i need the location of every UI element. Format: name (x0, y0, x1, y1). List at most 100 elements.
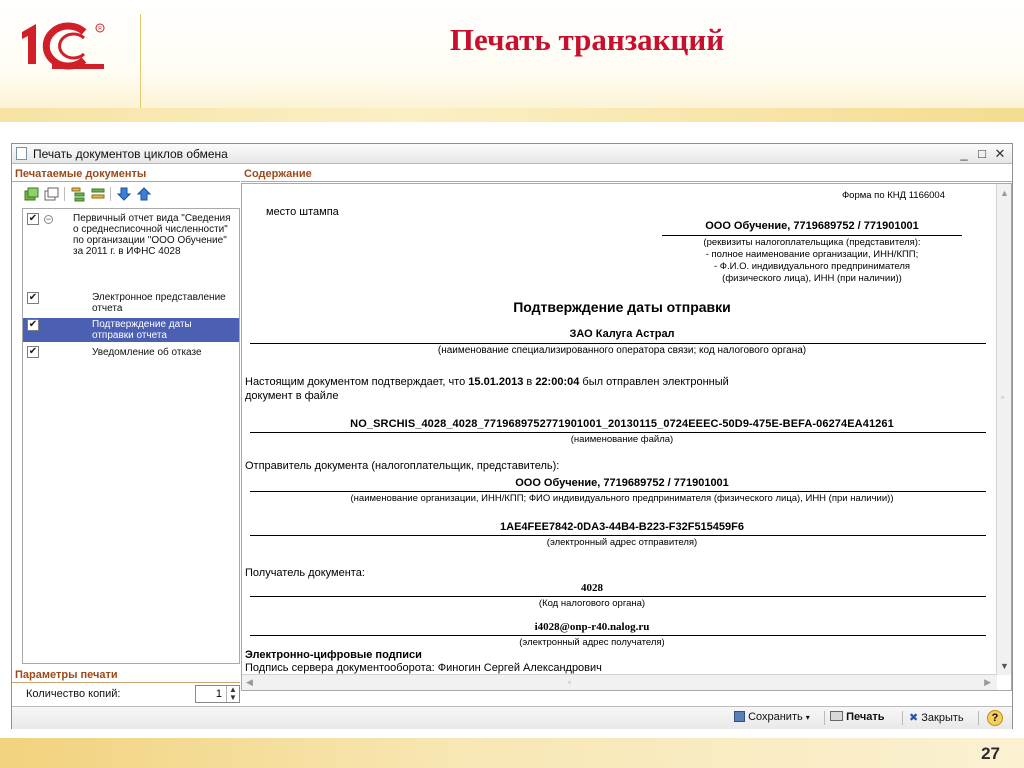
tree-item-send-confirmation[interactable]: ✔ Подтверждение даты отправки отчета (23, 318, 239, 342)
checkbox-icon[interactable]: ✔ (27, 346, 39, 358)
content-header: Содержание (241, 166, 1012, 182)
check-all-icon[interactable] (24, 186, 40, 202)
print-label: Печать (846, 711, 885, 723)
minimize-button[interactable]: _ (956, 145, 972, 162)
tree-item-primary-report[interactable]: ✔ − Первичный отчет вида "Сведения о сре… (23, 212, 239, 288)
tree-toolbar (12, 183, 240, 205)
header-band (0, 108, 1024, 122)
collapse-node-icon[interactable]: − (44, 215, 53, 224)
sender-address: 1AE4FEE7842-0DA3-44B4-B223-F32F515459F6 (500, 521, 744, 533)
tree-item-electronic-view[interactable]: ✔ Электронное представление отчета (23, 291, 239, 315)
operator: ЗАО Калуга Астрал (569, 328, 675, 340)
horizontal-scrollbar[interactable]: ◀ ▫ ▶ (242, 674, 997, 690)
confirm-line-1: Настоящим документом подтверждает, что 1… (245, 376, 729, 388)
copies-stepper-icon[interactable]: ▲ ▼ (226, 686, 239, 702)
confirm-in: в (526, 376, 533, 388)
recipient-address-rule (250, 635, 986, 636)
checkbox-icon[interactable]: ✔ (27, 292, 39, 304)
window-title: Печать документов циклов обмена (33, 147, 228, 161)
stamp-place: место штампа (266, 206, 339, 218)
tree-item-label: Уведомление об отказе (92, 347, 202, 358)
confirm-text-1: Настоящим документом подтверждает, что (245, 376, 466, 388)
document-icon (16, 147, 27, 160)
scroll-right-icon[interactable]: ▶ (984, 677, 991, 688)
close-icon: ✖ (909, 712, 919, 724)
collapse-icon[interactable] (90, 186, 106, 202)
tree-item-label: Первичный отчет вида "Сведения о среднес… (73, 213, 231, 257)
printed-documents-header: Печатаемые документы (12, 166, 240, 182)
sender-rule (250, 491, 986, 492)
document-content: Форма по КНД 1166004 место штампа ООО Об… (242, 184, 997, 675)
scroll-up-icon[interactable]: ▲ (1000, 188, 1009, 198)
statusbar-divider (978, 711, 979, 725)
sender-address-hint: (электронный адрес отправителя) (546, 537, 698, 548)
recipient-code-hint: (Код налогового органа) (538, 598, 646, 609)
taxpayer-hint-3: - Ф.И.О. индивидуального предпринимателя (713, 261, 911, 272)
left-panel: Печатаемые документы ✔ − Первичный отчет… (12, 165, 240, 706)
move-up-icon[interactable] (136, 186, 152, 202)
right-panel: Содержание Форма по КНД 1166004 место шт… (241, 165, 1012, 706)
close-window-button[interactable]: ✖ Закрыть (909, 711, 964, 724)
operator-rule (250, 343, 986, 344)
dropdown-icon: ▾ (805, 713, 810, 722)
printer-icon (830, 711, 843, 721)
taxpayer-hint-4: (физического лица), ИНН (при наличии)) (722, 273, 902, 284)
statusbar-divider (902, 711, 903, 725)
operator-hint: (наименование специализированного операт… (437, 345, 807, 356)
document-preview[interactable]: Форма по КНД 1166004 место штампа ООО Об… (241, 183, 1012, 691)
sender: ООО Обучение, 7719689752 / 771901001 (515, 477, 729, 489)
close-label: Закрыть (921, 712, 964, 724)
taxpayer-hint-1: (реквизиты налогоплательщика (представит… (703, 237, 921, 248)
maximize-button[interactable]: □ (974, 145, 990, 162)
close-button[interactable]: ✕ (992, 145, 1008, 162)
form-code: Форма по КНД 1166004 (841, 190, 945, 201)
taxpayer-hint-2: - полное наименование организации, ИНН/К… (705, 249, 919, 260)
slide-header: R Печать транзакций (0, 0, 1024, 122)
expand-icon[interactable] (70, 186, 86, 202)
recipient-address-hint: (электронный адрес получателя) (519, 637, 665, 648)
vertical-scrollbar[interactable]: ▲ ▫ ▼ (996, 184, 1011, 675)
toolbar-divider (110, 187, 111, 201)
tree-item-rejection-notice[interactable]: ✔ Уведомление об отказе (23, 345, 239, 359)
save-label: Сохранить (748, 711, 803, 723)
recipient-address: i4028@onp-r40.nalog.ru (534, 621, 650, 633)
help-button[interactable]: ? (987, 710, 1003, 726)
window-titlebar[interactable]: Печать документов циклов обмена _ □ ✕ (12, 144, 1012, 164)
document-heading: Подтверждение даты отправки (513, 299, 731, 315)
hscroll-thumb-icon[interactable]: ▫ (568, 677, 571, 687)
documents-tree[interactable]: ✔ − Первичный отчет вида "Сведения о сре… (22, 208, 240, 664)
save-button[interactable]: Сохранить ▾ (734, 711, 810, 723)
scroll-thumb-icon[interactable]: ▫ (1001, 392, 1004, 402)
file-rule (250, 432, 986, 433)
file-hint: (наименование файла) (570, 434, 674, 445)
print-button[interactable]: Печать (830, 711, 884, 723)
uncheck-all-icon[interactable] (44, 186, 60, 202)
move-down-icon[interactable] (116, 186, 132, 202)
scroll-left-icon[interactable]: ◀ (246, 677, 253, 688)
print-window: Печать документов циклов обмена _ □ ✕ Пе… (11, 143, 1013, 729)
checkbox-icon[interactable]: ✔ (27, 213, 39, 225)
scroll-down-icon[interactable]: ▼ (1000, 661, 1009, 671)
sender-address-rule (250, 535, 986, 536)
print-params-header: Параметры печати (12, 667, 240, 683)
slide-footer: 27 (0, 738, 1024, 768)
taxpayer-rule (662, 235, 962, 236)
confirm-time: 22:00:04 (535, 376, 580, 388)
confirm-text-3: документ в файле (245, 390, 339, 402)
confirm-text-2: был отправлен электронный (582, 376, 729, 388)
signature-line: Подпись сервера документооборота: Финоги… (245, 662, 602, 674)
floppy-icon (734, 711, 745, 722)
statusbar-divider (824, 711, 825, 725)
tree-item-label: Подтверждение даты отправки отчета (92, 319, 192, 341)
copies-input[interactable]: 1 ▲ ▼ (195, 685, 240, 703)
recipient-code: 4028 (581, 582, 603, 594)
copies-label: Количество копий: (26, 688, 121, 700)
sender-label: Отправитель документа (налогоплательщик,… (245, 460, 560, 472)
copies-value: 1 (215, 688, 222, 700)
checkbox-icon[interactable]: ✔ (27, 319, 39, 331)
page-number: 27 (981, 744, 1000, 763)
sender-hint: (наименование организации, ИНН/КПП; ФИО … (350, 493, 894, 504)
copies-row: Количество копий: 1 ▲ ▼ (12, 683, 240, 705)
toolbar-divider (64, 187, 65, 201)
confirm-date: 15.01.2013 (468, 376, 524, 388)
